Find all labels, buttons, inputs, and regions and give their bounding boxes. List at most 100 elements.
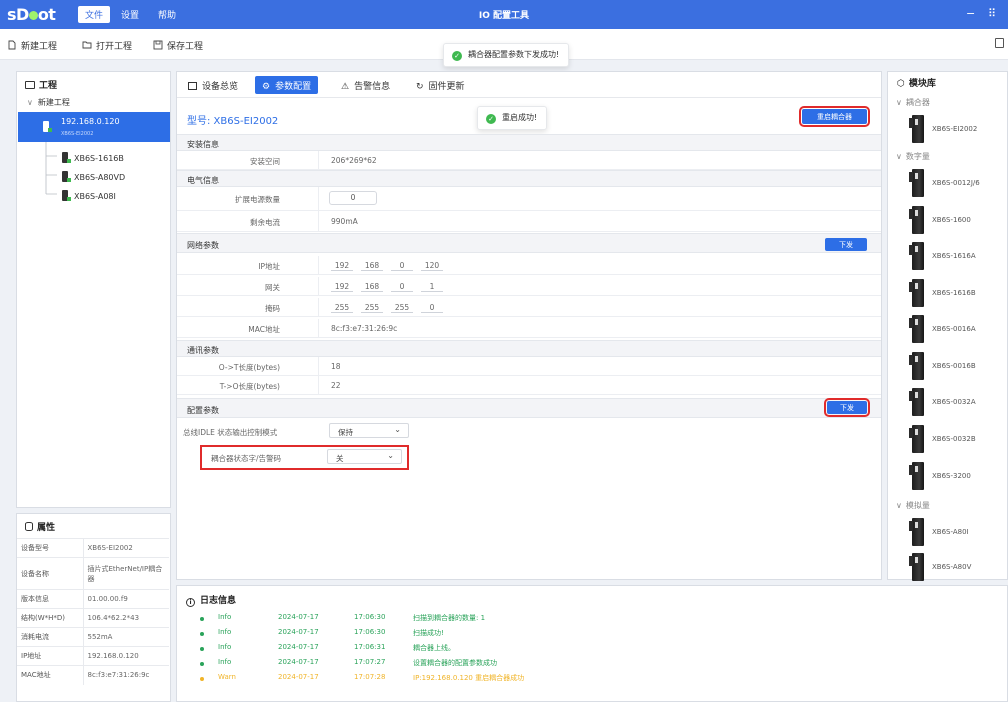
toast-text: 重启成功! bbox=[502, 113, 538, 122]
monitor-icon bbox=[25, 81, 35, 89]
field-label: 耦合器状态字/告警码 bbox=[211, 454, 282, 463]
ip-octet[interactable]: 0 bbox=[391, 261, 413, 271]
mask-input[interactable]: 255 255 255 0 bbox=[331, 303, 451, 313]
tree-item-module[interactable]: XB6S-A08I bbox=[62, 190, 116, 201]
idle-mode-select[interactable]: 保持 ⌄ bbox=[329, 423, 409, 438]
lib-item[interactable]: XB6S-1616B bbox=[908, 279, 1008, 309]
mask-octet[interactable]: 0 bbox=[421, 303, 443, 313]
log-date: 2024-07-17 bbox=[278, 613, 319, 621]
log-time: 17:06:31 bbox=[354, 643, 386, 651]
lib-item[interactable]: XB6S-0012J/6 bbox=[908, 169, 1008, 199]
selected-model: XB6S-EI2002 bbox=[61, 131, 94, 137]
lib-item[interactable]: XB6S-0032A bbox=[908, 388, 1008, 418]
log-message: 扫描到耦合器的数量: 1 bbox=[413, 614, 486, 622]
lib-item-label: XB6S-0012J/6 bbox=[932, 179, 980, 187]
app-menu-icon[interactable]: ⠿ bbox=[988, 7, 996, 20]
field-row: 扩展电源数量 0 bbox=[177, 187, 881, 211]
new-project-button[interactable]: 新建工程 bbox=[7, 39, 57, 52]
field-row: 掩码 255 255 255 0 bbox=[177, 298, 881, 317]
field-label: 网关 bbox=[177, 277, 319, 295]
gateway-octet[interactable]: 0 bbox=[391, 282, 413, 292]
chevron-down-icon: ∨ bbox=[27, 98, 33, 107]
module-device-icon bbox=[909, 115, 924, 143]
lib-item-label: XB6S-A80V bbox=[932, 563, 972, 571]
config-send-button[interactable]: 下发 bbox=[824, 398, 870, 417]
config-success-toast: ✓ 耦合器配置参数下发成功! bbox=[443, 43, 570, 67]
ext-power-input[interactable]: 0 bbox=[329, 191, 377, 205]
lib-item[interactable]: XB6S-1600 bbox=[908, 206, 1008, 236]
mask-octet[interactable]: 255 bbox=[331, 303, 353, 313]
prop-key: 设备型号 bbox=[17, 538, 84, 558]
restart-coupler-button[interactable]: 重启耦合器 bbox=[799, 106, 870, 127]
prop-value: 552mA bbox=[83, 627, 169, 647]
tab-label: 参数配置 bbox=[275, 82, 312, 92]
gear-icon: ⚙ bbox=[262, 82, 271, 92]
log-time: 17:07:28 bbox=[354, 673, 386, 681]
lib-item[interactable]: XB6S-3200 bbox=[908, 462, 1008, 492]
tab-param-config[interactable]: ⚙ 参数配置 bbox=[255, 76, 319, 94]
panel-toggle-icon[interactable] bbox=[995, 38, 1004, 48]
log-date: 2024-07-17 bbox=[278, 628, 319, 636]
open-project-button[interactable]: 打开工程 bbox=[82, 39, 132, 52]
lib-item[interactable]: XB6S-A80I bbox=[908, 518, 1008, 548]
tab-firmware[interactable]: ↻ 固件更新 bbox=[409, 76, 472, 94]
prop-value: XB6S-EI2002 bbox=[83, 538, 169, 558]
table-row: 消耗电流 552mA bbox=[17, 627, 169, 647]
cube-icon: ⬡ bbox=[897, 79, 905, 89]
tab-label: 告警信息 bbox=[354, 82, 391, 92]
prop-key: 版本信息 bbox=[17, 589, 84, 609]
status-word-select[interactable]: 关 ⌄ bbox=[327, 449, 402, 464]
lib-item[interactable]: XB6S-0016A bbox=[908, 315, 1008, 345]
title-bar: sD ot 文件 设置 帮助 IO 配置工具 − ⠿ bbox=[0, 0, 1008, 29]
field-row: MAC地址 8c:f3:e7:31:26:9c bbox=[177, 319, 881, 338]
gateway-input[interactable]: 192 168 0 1 bbox=[331, 282, 451, 292]
ip-address-input[interactable]: 192 168 0 120 bbox=[331, 261, 451, 271]
tree-item-coupler-selected[interactable]: 192.168.0.120 XB6S-EI2002 bbox=[18, 112, 170, 142]
lib-item[interactable]: XB6S-A80V bbox=[908, 553, 1008, 583]
ip-octet[interactable]: 192 bbox=[331, 261, 353, 271]
tree-item-module[interactable]: XB6S-A80VD bbox=[62, 171, 125, 182]
cylinder-icon bbox=[25, 522, 33, 531]
lib-category-digital[interactable]: ∨ 数字量 bbox=[896, 151, 930, 162]
prop-key: 消耗电流 bbox=[17, 627, 84, 647]
tree-item-module[interactable]: XB6S-1616B bbox=[62, 152, 124, 163]
mask-octet[interactable]: 255 bbox=[361, 303, 383, 313]
prop-value: 01.00.00.f9 bbox=[83, 589, 169, 609]
gateway-octet[interactable]: 192 bbox=[331, 282, 353, 292]
lib-item[interactable]: XB6S-EI2002 bbox=[908, 115, 1008, 145]
module-device-icon bbox=[909, 553, 924, 581]
network-send-button[interactable]: 下发 bbox=[825, 238, 867, 251]
lib-item[interactable]: XB6S-0016B bbox=[908, 352, 1008, 382]
lib-category-analog[interactable]: ∨ 模拟量 bbox=[896, 500, 930, 511]
lib-item-label: XB6S-EI2002 bbox=[932, 125, 978, 133]
field-label: T->O长度(bytes) bbox=[177, 376, 319, 394]
lib-item-label: XB6S-0032A bbox=[932, 398, 976, 406]
minimize-button[interactable]: − bbox=[966, 7, 975, 20]
tab-overview[interactable]: 设备总览 bbox=[181, 76, 245, 94]
tree-root[interactable]: ∨ 新建工程 bbox=[27, 97, 70, 108]
mac-value: 8c:f3:e7:31:26:9c bbox=[331, 324, 398, 333]
gateway-octet[interactable]: 1 bbox=[421, 282, 443, 292]
lib-item[interactable]: XB6S-1616A bbox=[908, 242, 1008, 272]
gateway-octet[interactable]: 168 bbox=[361, 282, 383, 292]
lib-category-coupler[interactable]: ∨ 耦合器 bbox=[896, 97, 930, 108]
lib-item[interactable]: XB6S-0032B bbox=[908, 425, 1008, 455]
grid-icon bbox=[188, 82, 197, 90]
ip-octet[interactable]: 168 bbox=[361, 261, 383, 271]
module-icon bbox=[43, 121, 52, 132]
success-icon: ✓ bbox=[486, 114, 496, 124]
tab-label: 设备总览 bbox=[202, 82, 239, 92]
ip-octet[interactable]: 120 bbox=[421, 261, 443, 271]
tab-alarms[interactable]: ⚠ 告警信息 bbox=[334, 76, 397, 94]
new-project-label: 新建工程 bbox=[21, 42, 58, 52]
section-install: 安装信息 bbox=[177, 134, 881, 151]
section-electric: 电气信息 bbox=[177, 170, 881, 187]
field-row: 网关 192 168 0 1 bbox=[177, 277, 881, 296]
mask-octet[interactable]: 255 bbox=[391, 303, 413, 313]
save-project-button[interactable]: 保存工程 bbox=[153, 39, 203, 52]
tree-root-label: 新建工程 bbox=[37, 98, 70, 107]
log-title: i 日志信息 bbox=[186, 593, 236, 607]
open-project-label: 打开工程 bbox=[96, 42, 133, 52]
properties-panel: 属性 设备型号 XB6S-EI2002 设备名称 插片式EtherNet/IP耦合器… bbox=[16, 513, 171, 702]
log-row: Info 2024-07-17 17:06:31 耦合器上线。 bbox=[177, 643, 1007, 656]
